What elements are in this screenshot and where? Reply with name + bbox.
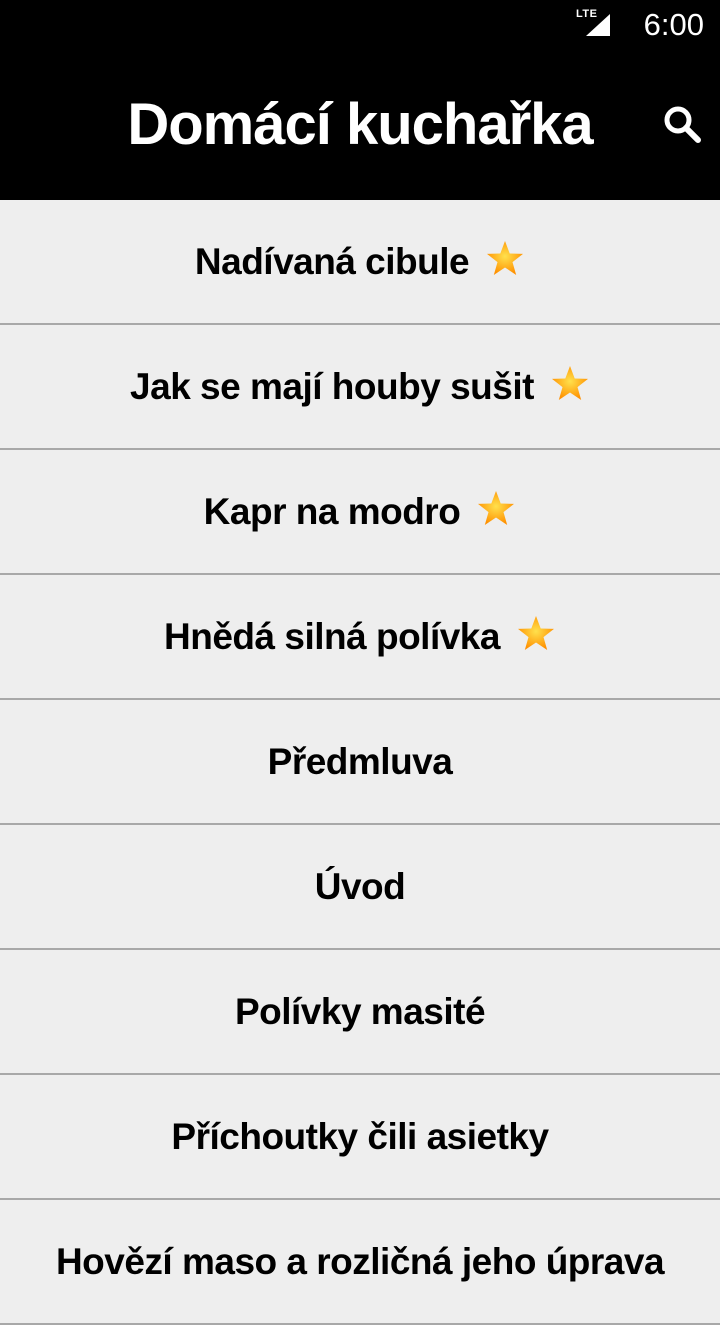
list-item[interactable]: Hovězí maso a rozličná jeho úprava xyxy=(0,1200,720,1325)
star-icon xyxy=(517,615,554,650)
list-item[interactable]: Úvod xyxy=(0,825,720,950)
list-item-label: Polívky masité xyxy=(234,990,486,1032)
status-bar: LTE 6:00 xyxy=(0,0,720,50)
status-time: 6:00 xyxy=(643,7,704,42)
list-item[interactable]: Hnědá silná polívka xyxy=(0,575,720,700)
list-item-label: Příchoutky čili asietky xyxy=(171,1115,549,1157)
list-item[interactable]: Nadívaná cibule xyxy=(0,200,720,325)
list-item-label: Nadívaná cibule xyxy=(194,240,470,282)
star-icon xyxy=(478,490,515,525)
star-icon xyxy=(487,240,524,275)
list-item[interactable]: Předmluva xyxy=(0,700,720,825)
list-item[interactable]: Jak se mají houby sušit xyxy=(0,325,720,450)
list-item[interactable]: Kapr na modro xyxy=(0,450,720,575)
list-item-label: Jak se mají houby sušit xyxy=(130,365,534,407)
search-icon xyxy=(664,106,701,143)
app-title: Domácí kuchařka xyxy=(127,92,593,157)
list-item-label: Hnědá silná polívka xyxy=(164,615,500,657)
list-item-label: Hovězí maso a rozličná jeho úprava xyxy=(55,1240,665,1282)
list-item[interactable]: Příchoutky čili asietky xyxy=(0,1075,720,1200)
list-item-label: Kapr na modro xyxy=(203,490,461,532)
star-icon xyxy=(551,365,588,400)
cell-signal-icon xyxy=(586,14,610,36)
app-bar: Domácí kuchařka xyxy=(0,50,720,200)
list-item-label: Předmluva xyxy=(267,740,453,782)
search-button[interactable] xyxy=(654,96,710,152)
list-item-label: Úvod xyxy=(314,865,406,907)
recipe-list: Nadívaná cibule Jak se mají houby sušit … xyxy=(0,200,720,1325)
list-item[interactable]: Polívky masité xyxy=(0,950,720,1075)
